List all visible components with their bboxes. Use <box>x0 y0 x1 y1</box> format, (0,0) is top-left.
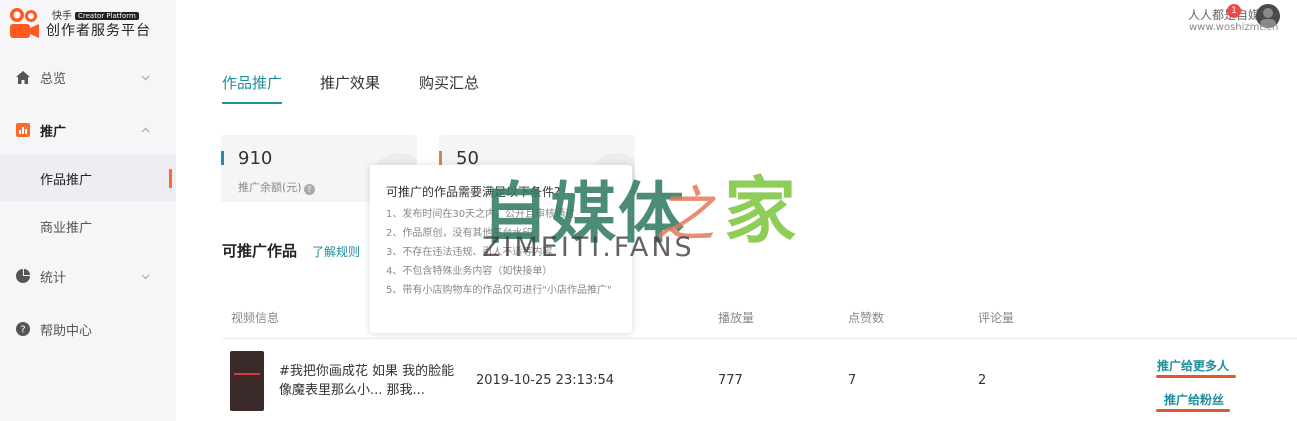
promote-to-fans-button[interactable]: 推广给粉丝 <box>1164 391 1224 408</box>
svg-text:?: ? <box>20 325 25 336</box>
sidebar-item-overview[interactable]: 总览 <box>0 54 176 100</box>
column-header-video: 视频信息 <box>231 311 280 325</box>
home-icon <box>16 70 30 84</box>
video-likes: 7 <box>848 373 857 388</box>
action-underline <box>1156 409 1230 412</box>
sidebar-item-business-promote[interactable]: 商业推广 <box>0 203 176 249</box>
pie-chart-icon <box>16 269 30 283</box>
help-circle-icon: ? <box>16 322 30 336</box>
kuaishou-logo-icon <box>10 8 39 38</box>
card-accent-bar <box>221 151 224 165</box>
watermark-en: ZIMEITI.FANS <box>482 232 695 263</box>
sidebar-item-label: 推广 <box>40 124 67 140</box>
active-tab-underline <box>222 102 282 104</box>
column-header-plays: 播放量 <box>718 311 755 325</box>
video-comments: 2 <box>978 373 987 388</box>
sidebar-item-label: 商业推广 <box>40 220 93 236</box>
sidebar-item-label: 帮助中心 <box>40 323 93 339</box>
watermark-jia: 家 <box>724 169 797 253</box>
app-root: 快手 Creator Platform 创作者服务平台 总览 推广 作品推广 商业… <box>0 0 1297 421</box>
card-accent-bar <box>439 151 442 165</box>
tab-works-promote[interactable]: 作品推广 <box>222 72 282 93</box>
popover-item: 4、不包含特殊业务内容（如快接单） <box>386 266 553 277</box>
promote-to-more-button[interactable]: 推广给更多人 <box>1157 357 1229 374</box>
tab-purchase-summary[interactable]: 购买汇总 <box>419 72 479 93</box>
column-header-comments: 评论量 <box>978 311 1015 325</box>
notification-badge[interactable]: 1 <box>1227 4 1241 18</box>
balance-label: 推广余额(元)? <box>238 179 315 195</box>
sidebar-item-label: 总览 <box>40 71 67 87</box>
sidebar-item-works-promote[interactable]: 作品推广 <box>0 155 176 201</box>
thumbnail-mark <box>234 373 260 375</box>
logo[interactable]: 快手 Creator Platform 创作者服务平台 <box>6 4 176 44</box>
sidebar: 快手 Creator Platform 创作者服务平台 总览 推广 作品推广 商业… <box>0 0 176 421</box>
column-header-likes: 点赞数 <box>848 311 885 325</box>
balance-label-text: 推广余额(元) <box>238 181 302 194</box>
watermark-url: www.woshizmt.cn <box>1189 22 1279 33</box>
logo-title: 创作者服务平台 <box>46 23 151 39</box>
sidebar-item-label: 作品推广 <box>40 172 93 188</box>
tab-promote-effect[interactable]: 推广效果 <box>320 72 380 93</box>
sidebar-item-label: 统计 <box>40 270 67 286</box>
sidebar-item-help[interactable]: ? 帮助中心 <box>0 306 176 352</box>
chevron-up-icon <box>141 127 150 132</box>
balance-value: 910 <box>238 148 273 169</box>
video-title[interactable]: #我把你画成花 如果 我的脸能像魔表里那么小... 那我... <box>279 362 459 400</box>
popover-item: 5、带有小店购物车的作品仅可进行"小店作品推广" <box>386 285 612 296</box>
logo-badge: Creator Platform <box>75 12 139 20</box>
table-divider <box>222 338 1297 339</box>
active-indicator <box>169 169 172 188</box>
action-underline <box>1156 375 1236 378</box>
chevron-down-icon <box>141 274 150 279</box>
video-publish-time: 2019-10-25 23:13:54 <box>476 373 615 388</box>
question-icon[interactable]: ? <box>303 184 315 195</box>
chevron-down-icon <box>141 75 150 80</box>
sidebar-item-stats[interactable]: 统计 <box>0 253 176 299</box>
video-plays: 777 <box>718 373 743 388</box>
rules-link[interactable]: 了解规则 <box>312 243 360 260</box>
video-thumbnail[interactable] <box>230 351 264 411</box>
section-title: 可推广作品 <box>222 242 298 260</box>
chart-bar-icon <box>16 123 30 137</box>
sidebar-item-promote[interactable]: 推广 <box>0 107 176 153</box>
